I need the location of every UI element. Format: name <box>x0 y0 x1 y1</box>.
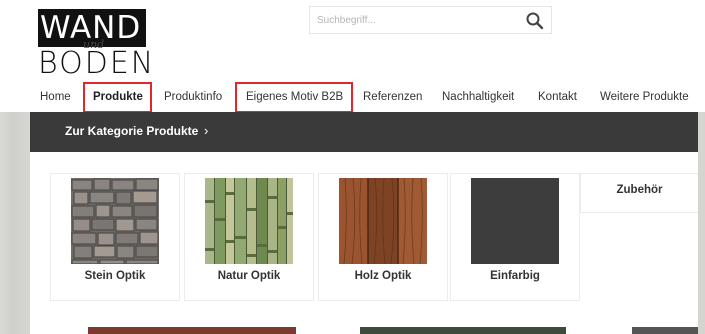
background-product-image <box>88 327 296 334</box>
category-bar[interactable]: Zur Kategorie Produkte › <box>30 112 698 152</box>
nav-kontakt[interactable]: Kontakt <box>538 88 577 106</box>
category-card-zubehoer[interactable]: Zubehör <box>580 173 698 213</box>
bamboo-texture-icon <box>205 178 293 264</box>
chevron-right-icon: › <box>204 123 209 138</box>
category-card-natur[interactable]: Natur Optik <box>184 173 314 301</box>
category-bar-label[interactable]: Zur Kategorie Produkte <box>65 124 198 138</box>
category-card-holz[interactable]: Holz Optik <box>318 173 448 301</box>
nav-produkte[interactable]: Produkte <box>93 88 143 106</box>
main-nav: Home Produkte Produktinfo Eigenes Motiv … <box>0 82 705 113</box>
search-input[interactable] <box>310 7 510 33</box>
category-label: Einfarbig <box>490 270 540 282</box>
background-texture-left <box>0 112 30 334</box>
category-label: Natur Optik <box>217 270 281 282</box>
solid-color-swatch-icon <box>471 178 559 264</box>
nav-produktinfo[interactable]: Produktinfo <box>164 88 222 106</box>
brand-logo[interactable]: WAND und BODEN <box>38 9 153 79</box>
category-card-stein[interactable]: Stein Optik <box>50 173 180 301</box>
background-texture-right <box>698 112 705 334</box>
category-card-einfarbig[interactable]: Einfarbig <box>450 173 580 301</box>
nav-nachhaltigkeit[interactable]: Nachhaltigkeit <box>442 88 514 106</box>
category-label: Zubehör <box>616 184 663 196</box>
search-icon[interactable] <box>525 11 545 31</box>
wood-texture-icon <box>339 178 427 264</box>
background-product-image <box>632 327 698 334</box>
nav-weitere-produkte[interactable]: Weitere Produkte <box>600 88 689 106</box>
nav-home[interactable]: Home <box>40 88 71 106</box>
category-dropdown-panel: Stein Optik Natur Optik Holz Optik Einfa… <box>30 152 698 327</box>
logo-boden: BODEN <box>38 46 156 81</box>
stone-texture-icon <box>71 178 159 264</box>
nav-eigenes-motiv[interactable]: Eigenes Motiv B2B <box>246 88 343 106</box>
nav-referenzen[interactable]: Referenzen <box>363 88 422 106</box>
category-label: Holz Optik <box>354 270 412 282</box>
category-label: Stein Optik <box>84 270 146 282</box>
background-product-image <box>360 327 566 334</box>
search-box <box>309 6 552 34</box>
